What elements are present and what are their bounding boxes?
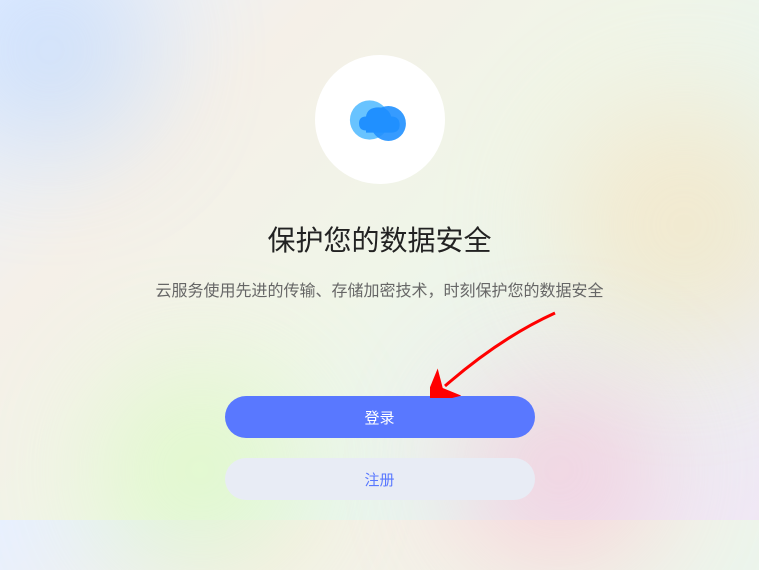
login-button[interactable]: 登录 [225,396,535,438]
logo-circle [315,55,445,184]
register-button[interactable]: 注册 [225,458,535,500]
page-title: 保护您的数据安全 [267,219,491,259]
page-subtitle: 云服务使用先进的传输、存储加密技术，时刻保护您的数据安全 [155,277,603,301]
main-container: 保护您的数据安全 云服务使用先进的传输、存储加密技术，时刻保护您的数据安全 登录… [0,0,759,520]
cloud-icon [345,85,415,155]
